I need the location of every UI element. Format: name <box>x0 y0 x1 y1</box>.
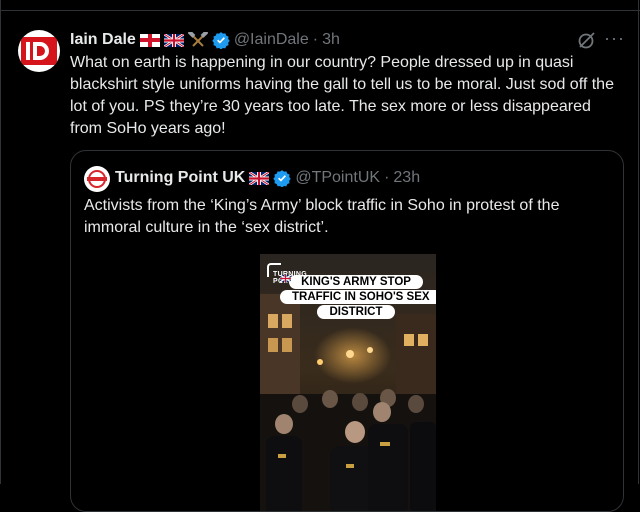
uk-flag-icon <box>163 33 184 47</box>
timeline-right-border <box>638 0 639 484</box>
quote-text: Activists from the ‘King’s Army’ block t… <box>84 197 560 236</box>
timestamp[interactable]: 3h <box>322 31 340 49</box>
uk-flag-icon <box>249 171 270 185</box>
quote-timestamp[interactable]: 23h <box>393 169 420 187</box>
tweet-header: Iain Dale @IainDale · 3h <box>70 30 340 50</box>
verified-badge-icon[interactable] <box>212 31 230 49</box>
tweet-text: What on earth is happening in our countr… <box>70 54 614 137</box>
grok-icon[interactable] <box>577 30 597 50</box>
quoted-tweet[interactable]: Turning Point UK @TPointUK · 23h Activis… <box>70 150 624 512</box>
separator-dot: · <box>312 31 319 48</box>
verified-badge-icon[interactable] <box>273 169 292 187</box>
uk-flag-icon <box>280 275 291 282</box>
quote-author-handle[interactable]: @TPointUK <box>295 169 380 187</box>
england-flag-icon <box>139 33 160 47</box>
separator-dot: · <box>384 169 390 186</box>
author-avatar[interactable] <box>18 30 60 72</box>
quote-header: Turning Point UK @TPointUK · 23h <box>115 168 420 188</box>
id-logo-glyph-icon <box>21 37 57 65</box>
timeline-left-border <box>0 0 1 484</box>
timeline-divider <box>0 0 640 11</box>
crossed-hammers-icon <box>187 32 208 47</box>
more-options-icon[interactable]: ··· <box>604 28 625 49</box>
quote-author-name[interactable]: Turning Point UK <box>115 169 245 187</box>
video-thumbnail[interactable]: TURNING POINT KING'S ARMY STOP TRAFFIC I… <box>260 254 436 511</box>
author-handle[interactable]: @IainDale <box>234 31 309 49</box>
quote-author-avatar[interactable] <box>84 166 110 192</box>
video-caption: KING'S ARMY STOP TRAFFIC IN SOHO'S SEX D… <box>280 275 436 320</box>
author-name[interactable]: Iain Dale <box>70 31 136 49</box>
video-caption-text: KING'S ARMY STOP TRAFFIC IN SOHO'S SEX D… <box>286 275 436 319</box>
turning-point-bar-icon <box>87 177 107 181</box>
